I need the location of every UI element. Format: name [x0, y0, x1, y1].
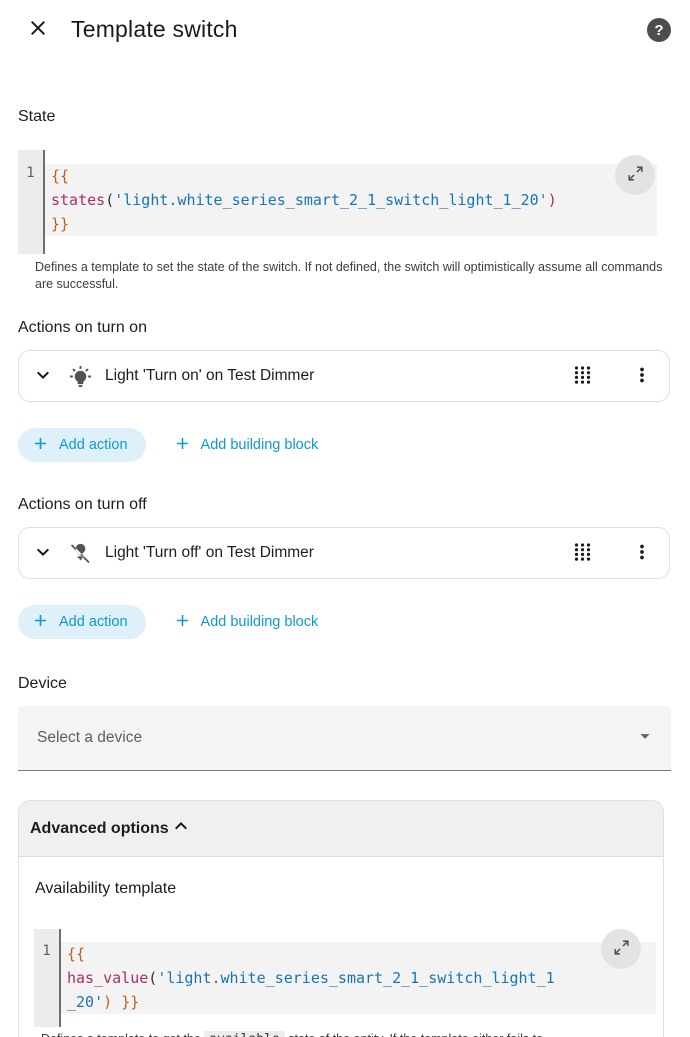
editor-content[interactable]: {{states('light.white_series_smart_2_1_s… [45, 150, 657, 254]
add-action-button[interactable]: Add action [18, 605, 146, 639]
drag-handle-icon [572, 540, 593, 567]
lightbulb-on-icon [69, 365, 92, 388]
expand-editor-button[interactable] [601, 929, 641, 969]
line-number: 1 [26, 165, 34, 181]
add-row-turn-off: Add action Add building block [18, 605, 672, 639]
action-title: Light 'Turn off' on Test Dimmer [105, 544, 572, 562]
expand-icon [612, 938, 631, 960]
expand-editor-button[interactable] [615, 155, 655, 195]
state-helper-text: Defines a template to set the state of t… [35, 259, 670, 293]
editor-content[interactable]: {{has_value('light.white_series_smart_2_… [61, 929, 656, 1027]
action-menu-button[interactable] [631, 364, 653, 389]
helper-text-after: state of the entity. If the template eit… [285, 1032, 543, 1037]
code-chip: available [204, 1031, 284, 1037]
plus-icon [173, 434, 192, 457]
drag-handle[interactable] [572, 540, 593, 567]
chevron-down-icon [31, 363, 55, 390]
dialog-header: Template switch ? [0, 0, 690, 43]
page-title: Template switch [71, 16, 238, 43]
add-building-block-button[interactable]: Add building block [165, 428, 327, 462]
action-menu-button[interactable] [631, 541, 653, 566]
expand-action-button[interactable] [31, 540, 55, 567]
device-select[interactable]: Select a device [18, 706, 671, 771]
template-switch-dialog: Template switch ? State 1 {{states('ligh… [0, 0, 690, 1037]
line-number: 1 [42, 943, 50, 959]
device-select-placeholder: Select a device [37, 729, 634, 747]
plus-icon [31, 611, 50, 634]
drag-handle[interactable] [572, 363, 593, 390]
close-button[interactable] [26, 16, 50, 43]
help-button[interactable]: ? [647, 18, 671, 42]
editor-gutter: 1 [18, 150, 45, 254]
advanced-options-panel: Advanced options Availability template 1… [18, 800, 664, 1037]
actions-on-heading: Actions on turn on [18, 318, 672, 338]
code-lines[interactable]: {{states('light.white_series_smart_2_1_s… [45, 164, 657, 236]
chevron-down-icon [31, 540, 55, 567]
lightbulb-off-icon [69, 542, 92, 565]
add-row-turn-on: Add action Add building block [18, 428, 672, 462]
actions-off-heading: Actions on turn off [18, 495, 672, 515]
plus-icon [173, 611, 192, 634]
code-lines[interactable]: {{has_value('light.white_series_smart_2_… [61, 942, 656, 1014]
helper-text-before: Defines a template to get the [41, 1032, 204, 1037]
state-label: State [18, 107, 672, 127]
add-action-label: Add action [59, 614, 128, 630]
advanced-options-body: Availability template 1 {{has_value('lig… [19, 857, 663, 1037]
advanced-options-title: Advanced options [30, 820, 169, 838]
expand-action-button[interactable] [31, 363, 55, 390]
advanced-options-header[interactable]: Advanced options [19, 801, 663, 857]
add-building-block-label: Add building block [201, 437, 319, 453]
kebab-menu-icon [631, 364, 653, 389]
state-template-editor[interactable]: 1 {{states('light.white_series_smart_2_1… [18, 150, 657, 254]
availability-template-label: Availability template [35, 879, 655, 899]
kebab-menu-icon [631, 541, 653, 566]
device-label: Device [18, 674, 672, 694]
add-action-label: Add action [59, 437, 128, 453]
add-building-block-button[interactable]: Add building block [165, 605, 327, 639]
dropdown-caret-icon [634, 725, 656, 752]
editor-gutter: 1 [34, 929, 61, 1027]
availability-helper-text: Defines a template to get the available … [41, 1031, 655, 1037]
add-action-button[interactable]: Add action [18, 428, 146, 462]
availability-template-editor[interactable]: 1 {{has_value('light.white_series_smart_… [34, 929, 656, 1027]
add-building-block-label: Add building block [201, 614, 319, 630]
help-icon: ? [654, 22, 663, 39]
close-icon [26, 16, 50, 43]
action-row-turn-off[interactable]: Light 'Turn off' on Test Dimmer [18, 527, 670, 579]
action-row-turn-on[interactable]: Light 'Turn on' on Test Dimmer [18, 350, 670, 402]
action-title: Light 'Turn on' on Test Dimmer [105, 367, 572, 385]
chevron-up-icon [169, 814, 193, 843]
expand-icon [626, 164, 645, 186]
plus-icon [31, 434, 50, 457]
drag-handle-icon [572, 363, 593, 390]
